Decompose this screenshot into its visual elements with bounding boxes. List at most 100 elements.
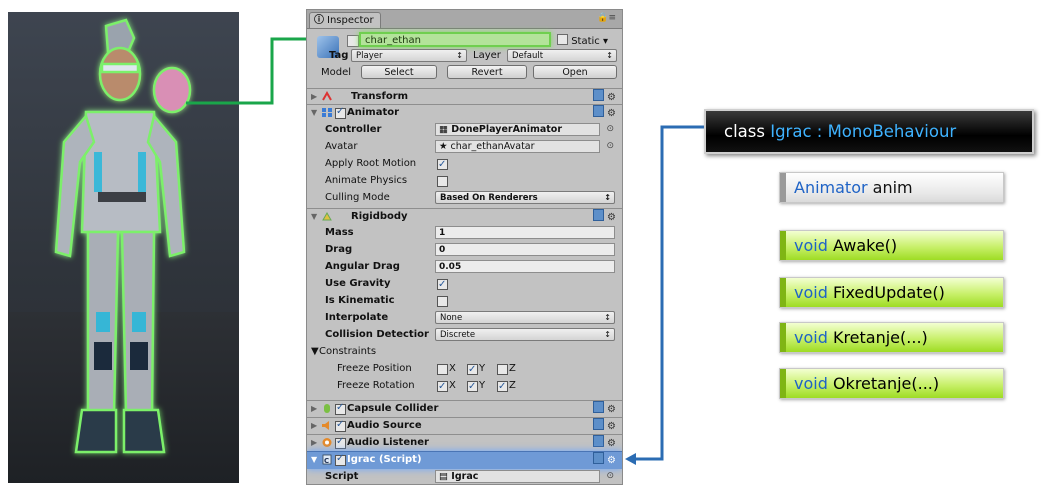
script-field[interactable]: ▤ Igrac: [435, 470, 600, 483]
animator-component-header[interactable]: ▼ Animator ⚙: [307, 104, 622, 120]
is-kinematic-row: Is Kinematic: [307, 292, 622, 309]
model-open-button[interactable]: Open: [533, 65, 617, 79]
object-picker-icon[interactable]: ⊙: [606, 468, 614, 484]
audio-source-enabled-checkbox[interactable]: [335, 417, 346, 432]
help-book-icon[interactable]: [593, 418, 605, 430]
fold-arrow-icon[interactable]: ▼: [311, 343, 319, 360]
apply-root-motion-label: Apply Root Motion: [325, 158, 417, 169]
help-book-icon[interactable]: [593, 435, 605, 447]
transform-title: Transform: [351, 91, 409, 102]
controller-field[interactable]: ▦ DonePlayerAnimator: [435, 123, 600, 136]
freeze-position-x-checkbox[interactable]: [437, 364, 448, 375]
culling-mode-dropdown[interactable]: Based On Renderers: [435, 191, 615, 204]
animator-enabled-checkbox[interactable]: [335, 104, 346, 119]
script-icon: C: [322, 454, 332, 465]
interpolate-dropdown[interactable]: None: [435, 311, 615, 324]
freeze-position-z-checkbox[interactable]: [497, 364, 508, 375]
fold-arrow-icon[interactable]: ▶: [311, 401, 317, 416]
gear-icon[interactable]: ⚙: [607, 108, 616, 119]
audio-listener-icon: [322, 438, 332, 447]
mass-field[interactable]: 1: [435, 226, 615, 239]
help-book-icon[interactable]: [593, 401, 605, 413]
interpolate-row: Interpolate None: [307, 309, 622, 326]
fold-arrow-icon[interactable]: ▶: [311, 435, 317, 450]
use-gravity-checkbox[interactable]: [437, 276, 448, 293]
object-picker-icon[interactable]: ⊙: [606, 121, 614, 138]
tag-dropdown[interactable]: Player: [351, 49, 467, 62]
object-name-field[interactable]: char_ethan: [359, 32, 551, 47]
audio-listener-component-header[interactable]: ▶ Audio Listener ⚙: [307, 434, 622, 450]
script-row: Script ▤ Igrac ⊙: [307, 468, 622, 484]
gear-icon[interactable]: ⚙: [607, 92, 616, 103]
audio-source-component-header[interactable]: ▶ Audio Source ⚙: [307, 417, 622, 433]
angular-drag-field[interactable]: 0.05: [435, 260, 615, 273]
method-name: Okretanje(...): [832, 374, 940, 393]
class-keyword: class: [724, 122, 765, 141]
gear-icon[interactable]: ⚙: [607, 212, 616, 223]
capsule-collider-enabled-checkbox[interactable]: [335, 400, 346, 415]
fold-arrow-icon[interactable]: ▼: [311, 209, 317, 224]
model-select-button[interactable]: Select: [361, 65, 437, 79]
method-fixedupdate: void FixedUpdate(): [779, 277, 1004, 308]
drag-field[interactable]: 0: [435, 243, 615, 256]
model-revert-button[interactable]: Revert: [447, 65, 527, 79]
freeze-rotation-x-checkbox[interactable]: [437, 378, 448, 395]
drag-row: Drag 0: [307, 241, 622, 258]
freeze-rotation-z-checkbox[interactable]: [497, 378, 508, 395]
axis-y-label: Y: [479, 380, 486, 391]
static-toggle[interactable]: Static ▾: [557, 34, 608, 47]
help-book-icon[interactable]: [593, 452, 605, 464]
tag-label: Tag: [329, 50, 349, 61]
gear-icon[interactable]: ⚙: [607, 438, 616, 449]
method-awake: void Awake(): [779, 230, 1004, 261]
drag-label: Drag: [325, 244, 353, 255]
animator-title: Animator: [347, 107, 400, 118]
fold-arrow-icon[interactable]: ▼: [311, 452, 317, 467]
gear-icon[interactable]: ⚙: [607, 404, 616, 415]
rigidbody-component-header[interactable]: ▼ Rigidbody ⚙: [307, 208, 622, 224]
transform-component-header[interactable]: ▶ Transform ⚙: [307, 88, 622, 104]
field-type: Animator: [794, 178, 868, 197]
constraints-row[interactable]: ▼ Constraints: [307, 343, 622, 360]
help-book-icon[interactable]: [593, 209, 605, 221]
gear-icon[interactable]: ⚙: [607, 455, 616, 466]
apply-root-motion-checkbox[interactable]: [437, 156, 448, 173]
audio-listener-enabled-checkbox[interactable]: [335, 434, 346, 449]
collision-detection-dropdown[interactable]: Discrete: [435, 328, 615, 341]
lock-icon[interactable]: 🔒≡: [597, 13, 616, 23]
gameobject-header: char_ethan Static ▾ Tag Player Layer Def…: [307, 28, 622, 96]
info-icon: ⓘ: [314, 15, 324, 26]
layer-dropdown[interactable]: Default: [507, 49, 617, 62]
use-gravity-row: Use Gravity: [307, 275, 622, 293]
igrac-script-component-header[interactable]: ▼ C Igrac (Script) ⚙: [307, 451, 622, 469]
is-kinematic-label: Is Kinematic: [325, 295, 395, 306]
static-checkbox[interactable]: [557, 34, 568, 45]
active-checkbox[interactable]: [347, 35, 359, 47]
collision-detection-row: Collision Detectior Discrete: [307, 326, 622, 343]
interpolate-label: Interpolate: [325, 312, 389, 323]
fold-arrow-icon[interactable]: ▼: [311, 105, 317, 120]
freeze-position-y-checkbox[interactable]: [467, 361, 478, 378]
freeze-rotation-y-checkbox[interactable]: [467, 378, 478, 395]
fold-arrow-icon[interactable]: ▶: [311, 418, 317, 433]
avatar-field[interactable]: ★ char_ethanAvatar: [435, 140, 600, 153]
object-picker-icon[interactable]: ⊙: [606, 138, 614, 155]
constraints-label: Constraints: [319, 346, 377, 357]
help-book-icon[interactable]: [593, 105, 605, 117]
capsule-collider-component-header[interactable]: ▶ Capsule Collider ⚙: [307, 400, 622, 416]
avatar-label: Avatar: [325, 141, 358, 152]
freeze-position-row: Freeze Position X Y Z: [307, 360, 622, 378]
method-return-type: void: [794, 328, 828, 347]
help-book-icon[interactable]: [593, 89, 605, 101]
igrac-script-enabled-checkbox[interactable]: [335, 451, 346, 466]
animate-physics-checkbox[interactable]: [437, 176, 448, 187]
model-label: Model: [321, 67, 352, 78]
capsule-collider-title: Capsule Collider: [347, 403, 439, 414]
tab-inspector[interactable]: ⓘ Inspector: [309, 12, 381, 28]
axis-z-label: Z: [509, 380, 516, 391]
fold-arrow-icon[interactable]: ▶: [311, 89, 317, 104]
angular-drag-label: Angular Drag: [325, 261, 400, 272]
gear-icon[interactable]: ⚙: [607, 421, 616, 432]
audio-listener-title: Audio Listener: [347, 437, 429, 448]
is-kinematic-checkbox[interactable]: [437, 296, 448, 307]
